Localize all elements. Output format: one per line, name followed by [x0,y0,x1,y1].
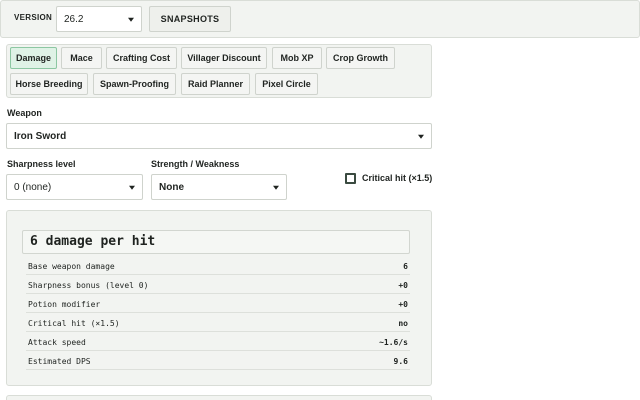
result-row-label: Potion modifier [28,299,101,309]
tab-label: Crafting Cost [113,53,170,63]
result-row: Base weapon damage 6 [26,258,410,275]
result-row: Estimated DPS 9.6 [26,353,410,370]
result-row-value: ~1.6/s [379,337,408,347]
sharpness-label: Sharpness level [7,159,76,169]
strength-value: None [159,181,184,193]
tab-pixel-circle[interactable]: Pixel Circle [255,73,318,95]
weapon-label: Weapon [7,108,42,118]
result-row: Potion modifier +0 [26,296,410,313]
weapon-select[interactable]: Iron Sword [6,123,432,149]
strength-label: Strength / Weakness [151,159,240,169]
tab-damage[interactable]: Damage [10,47,57,69]
result-row-value: no [398,318,408,328]
tab-label: Villager Discount [187,53,261,63]
chevron-down-icon [273,185,279,190]
result-row-value: 6 [403,261,408,271]
tab-mace[interactable]: Mace [61,47,102,69]
result-row-label: Estimated DPS [28,356,91,366]
strength-select[interactable]: None [151,174,287,200]
tab-raid-planner[interactable]: Raid Planner [181,73,250,95]
sharpness-value: 0 (none) [14,181,52,193]
tab-label: Spawn-Proofing [100,79,169,89]
result-row-value: +0 [398,280,408,290]
tab-label: Raid Planner [187,79,243,89]
result-row-label: Attack speed [28,337,86,347]
result-headline: 6 damage per hit [30,234,156,249]
critical-hit-toggle[interactable]: Critical hit (×1.5) [345,172,433,186]
result-row-value: 9.6 [393,356,408,366]
version-label: VERSION [14,13,53,22]
snapshots-label: SNAPSHOTS [160,14,220,24]
tab-horse-breeding[interactable]: Horse Breeding [10,73,88,95]
result-headline-box: 6 damage per hit [22,230,410,254]
version-value: 26.2 [64,13,84,25]
chevron-down-icon [129,185,135,190]
tab-label: Damage [15,53,51,63]
critical-hit-checkbox[interactable] [345,173,356,184]
tab-label: Horse Breeding [15,79,83,89]
tab-mob-xp[interactable]: Mob XP [272,47,322,69]
critical-hit-label: Critical hit (×1.5) [362,173,433,183]
result-row-label: Critical hit (×1.5) [28,318,120,328]
tab-label: Mob XP [280,53,314,63]
next-panel [6,395,432,400]
tab-villager-discount[interactable]: Villager Discount [181,47,267,69]
chevron-down-icon [418,134,424,139]
tab-label: Mace [70,53,93,63]
result-row: Sharpness bonus (level 0) +0 [26,277,410,294]
tab-label: Pixel Circle [262,79,311,89]
result-row: Critical hit (×1.5) no [26,315,410,332]
tab-crop-growth[interactable]: Crop Growth [326,47,395,69]
tab-label: Crop Growth [333,53,388,63]
sharpness-select[interactable]: 0 (none) [6,174,143,200]
result-row-value: +0 [398,299,408,309]
weapon-value: Iron Sword [14,130,67,142]
version-select[interactable]: 26.2 [56,6,142,32]
tab-crafting-cost[interactable]: Crafting Cost [106,47,177,69]
result-row-label: Sharpness bonus (level 0) [28,280,149,290]
tab-spawn-proofing[interactable]: Spawn-Proofing [93,73,176,95]
chevron-down-icon [128,17,134,22]
result-row: Attack speed ~1.6/s [26,334,410,351]
snapshots-button[interactable]: SNAPSHOTS [149,6,231,32]
result-row-label: Base weapon damage [28,261,115,271]
